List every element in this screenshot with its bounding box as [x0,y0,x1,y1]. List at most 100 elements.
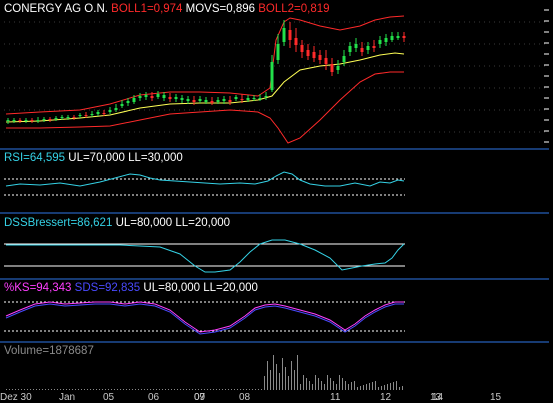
volume-bar [390,383,391,390]
candle-body [138,96,142,98]
candle-body [162,95,166,98]
candle-body [228,100,232,102]
volume-bar [387,384,388,390]
volume-bar [165,389,166,390]
candle-body [48,119,52,120]
volume-bar [129,389,130,390]
volume-bar [231,389,232,390]
volume-bar [363,385,364,390]
volume-bar [48,389,49,390]
candle-body [234,97,238,99]
candle-body [264,96,268,97]
volume-bar [198,389,199,390]
candle-body [366,46,370,50]
volume-bar [399,387,400,390]
right-scale[interactable] [549,0,553,402]
volume-bar [291,361,292,390]
candle-body [54,118,58,119]
candle-body [342,56,346,62]
volume-bar [123,389,124,390]
volume-bar [81,389,82,390]
volume-bar [237,389,238,390]
stochastic-panel[interactable]: %KS=94,343 SDS=92,835 UL=80,000 LL=20,00… [0,280,549,341]
volume-bar [63,389,64,390]
candle-body [372,46,376,48]
volume-bar [153,389,154,390]
dss-line [6,239,405,273]
volume-bar [285,367,286,390]
volume-bar [96,389,97,390]
volume-bar [396,381,397,390]
volume-bar [351,382,352,390]
volume-bar [261,389,262,390]
volume-bar [6,389,7,390]
volume-bar [60,389,61,390]
price-chart[interactable] [0,0,549,148]
volume-bar [279,373,280,390]
volume-bar [288,376,289,390]
volume-bar [51,389,52,390]
price-panel[interactable]: CONERGY AG O.N. BOLL1=0,974 MOVS=0,896 B… [0,0,549,148]
candle-body [24,120,28,121]
volume-bar [171,389,172,390]
candle-body [288,30,292,40]
volume-bar [132,389,133,390]
volume-bar [207,389,208,390]
volume-bar [111,389,112,390]
volume-bar [294,370,295,390]
volume-bar [216,389,217,390]
volume-panel[interactable]: Volume=1878687 [0,343,549,392]
volume-bar [87,389,88,390]
volume-bar [372,382,373,390]
stoch-ul-label: UL=80,000 [143,282,201,294]
candle-body [102,113,106,114]
volume-bar [321,381,322,390]
candle-body [90,114,94,115]
candle-body [150,96,154,98]
candle-body [258,98,262,99]
volume-bar [117,389,118,390]
candle-body [168,97,172,99]
candle-body [348,46,352,52]
dss-panel[interactable]: DSSBressert=86,621 UL=80,000 LL=20,000 [0,214,549,278]
candle-body [186,99,190,101]
candle-body [294,38,298,45]
volume-bar [369,383,370,390]
ks-label: %KS=94,343 [4,282,72,294]
candle-body [66,117,70,118]
rsi-panel[interactable]: RSI=64,595 UL=70,000 LL=30,000 [0,150,549,212]
candle-body [114,108,118,110]
volume-bar [108,389,109,390]
candle-body [210,101,214,103]
candle-body [240,99,244,100]
volume-bar [105,389,106,390]
volume-bar [21,389,22,390]
candle-body [378,40,382,44]
candle-body [174,97,178,99]
dss-ul-label: UL=80,000 [115,217,173,229]
rsi-ul-label: UL=70,000 [68,152,125,164]
candle-body [60,117,64,118]
candle-body [42,119,46,120]
stochastic-legend: %KS=94,343 SDS=92,835 UL=80,000 LL=20,00… [4,281,258,295]
volume-bar [303,375,304,390]
volume-bar [195,389,196,390]
volume-bar [219,389,220,390]
volume-bar [210,389,211,390]
volume-bar [156,389,157,390]
volume-bar [375,381,376,390]
volume-bar [333,381,334,390]
candle-body [156,94,160,97]
volume-bar [348,384,349,390]
candle-body [120,104,124,106]
volume-bar [99,389,100,390]
volume-bar [240,389,241,390]
volume-bar [249,389,250,390]
volume-bar [378,387,379,390]
dss-ll-label: LL=20,000 [175,217,231,229]
candle-body [126,101,130,103]
volume-bar [144,389,145,390]
volume-bar [354,381,355,390]
candle-body [72,117,76,118]
volume-bar [39,389,40,390]
